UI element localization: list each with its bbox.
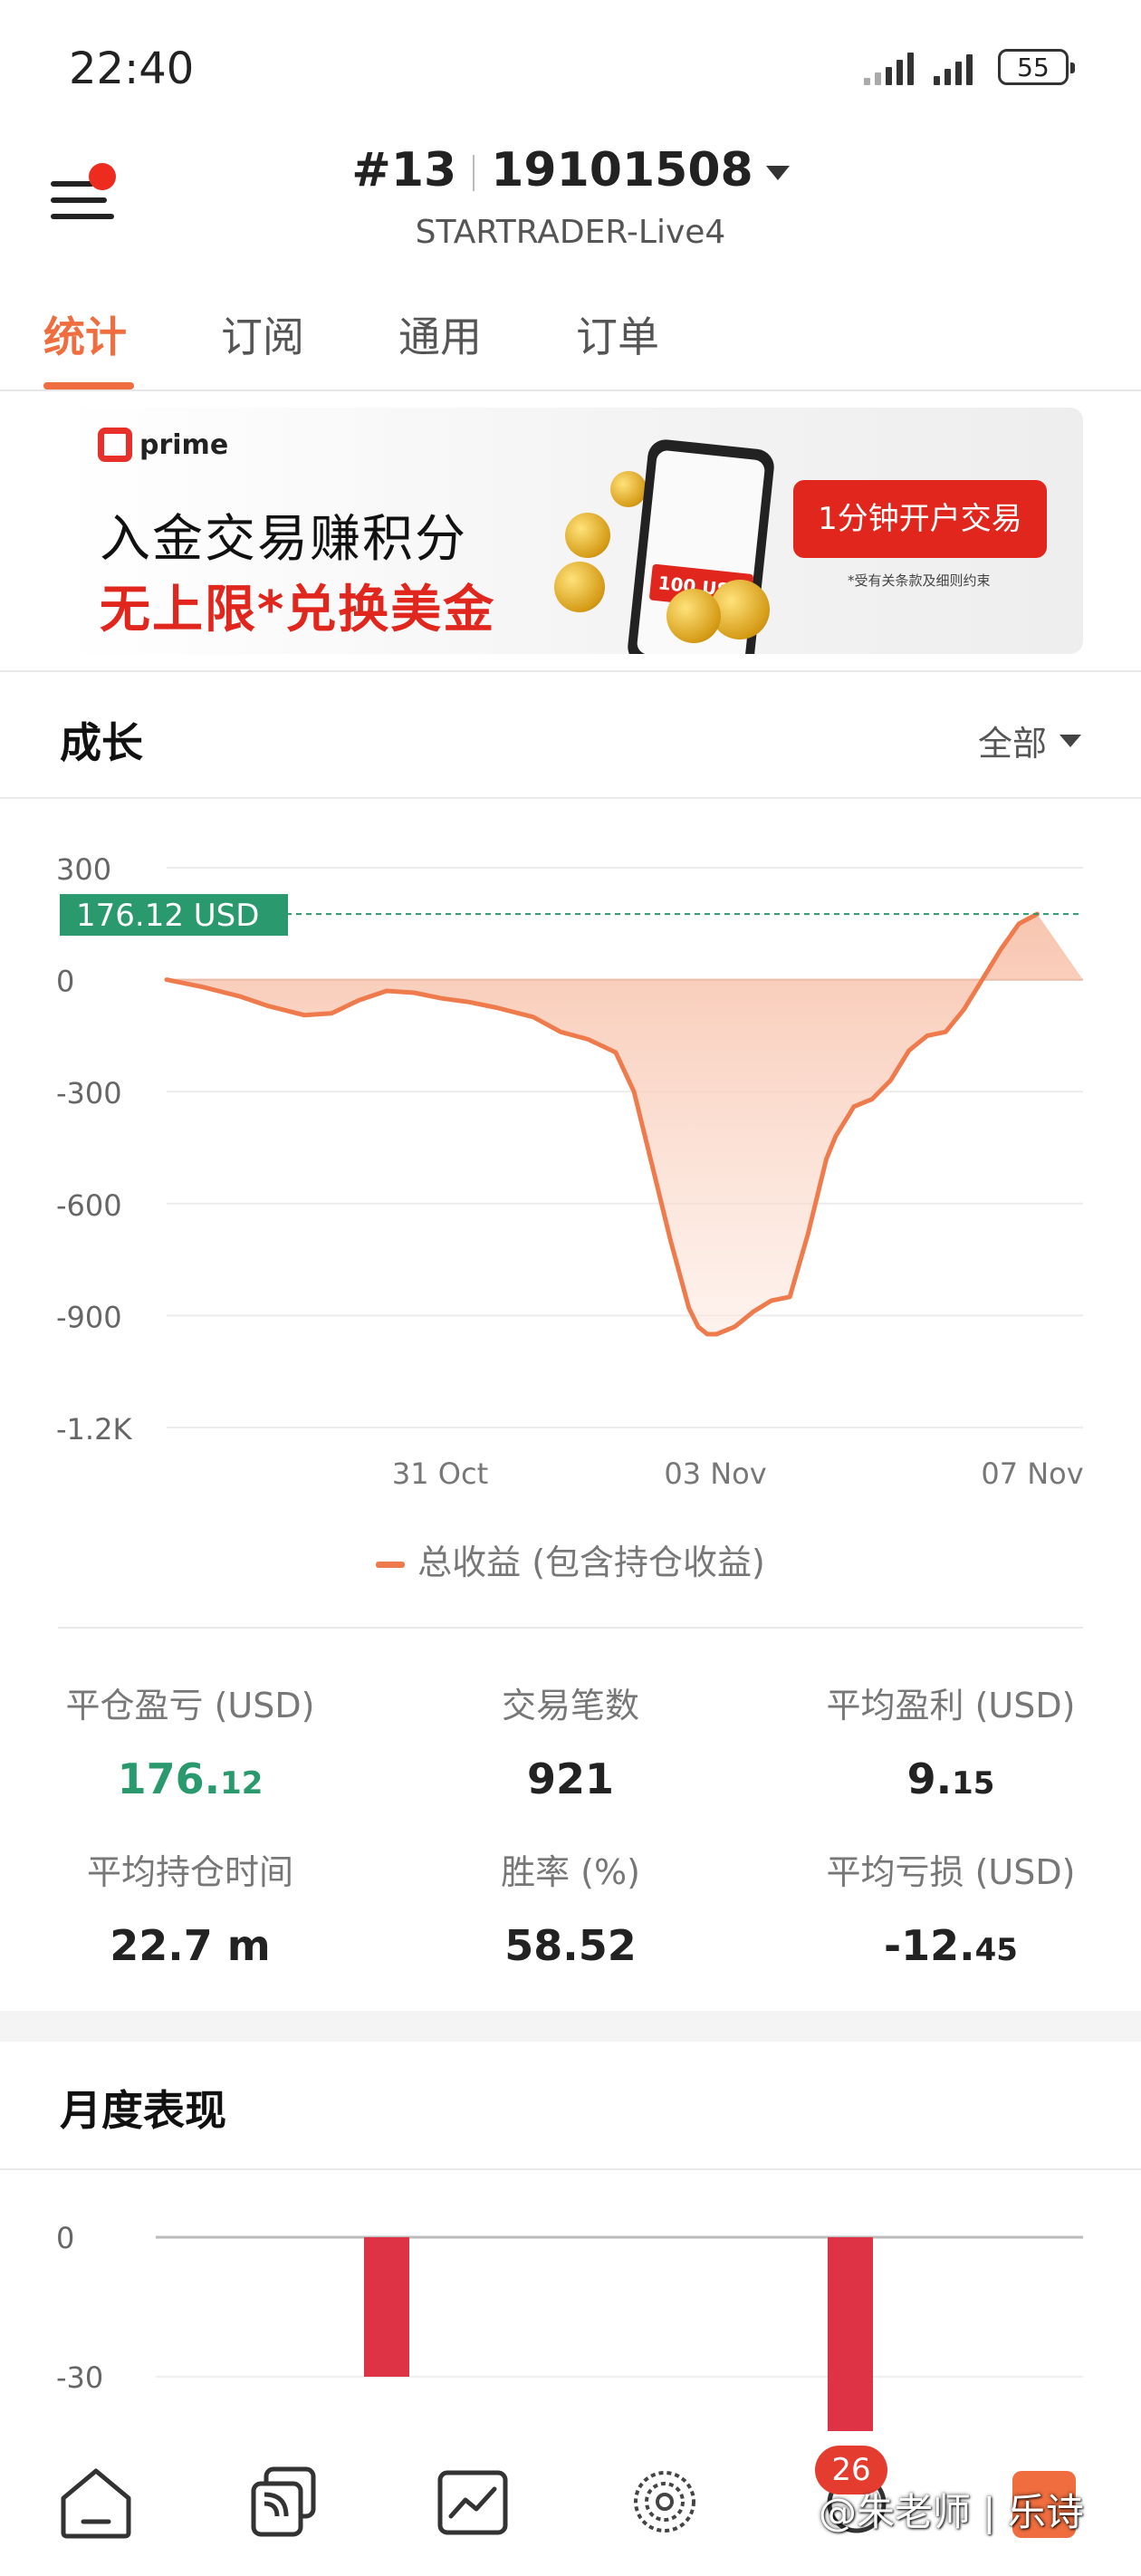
stat-value-frac: 12 [220, 1765, 264, 1802]
current-value-label: 176.12 USD [76, 898, 259, 934]
account-number: #13 [351, 143, 457, 197]
tab-bar: 统计 订阅 通用 订单 [0, 292, 1141, 391]
divider [58, 1627, 1083, 1629]
stat-closed-pnl: 平仓盈亏 (USD) 176.12 [0, 1677, 380, 1803]
tab-indicator [43, 382, 134, 389]
section-separator [0, 2011, 1141, 2042]
stat-value: 921 [380, 1754, 761, 1803]
range-filter[interactable]: 全部 [978, 716, 1081, 765]
coin-icon [610, 471, 647, 507]
stat-avg-hold-time: 平均持仓时间 22.7 m [0, 1844, 380, 1970]
stat-label: 平均持仓时间 [86, 1852, 293, 1892]
range-filter-label: 全部 [977, 724, 1047, 764]
hamburger-icon-line [51, 197, 107, 203]
x-tick-label: 31 Oct [392, 1456, 488, 1491]
y-tick-label: -30 [56, 2360, 103, 2395]
stat-win-rate: 胜率 (%) 58.52 [380, 1844, 761, 1970]
promo-banner[interactable]: prime 入金交易赚积分 无上限*兑换美金 100 USD 1分钟开户交易 *… [58, 408, 1083, 654]
stat-label: 平仓盈亏 (USD) [65, 1686, 315, 1725]
divider [0, 670, 1141, 672]
nav-copy-trade[interactable] [239, 2456, 330, 2547]
x-tick-label: 07 Nov [981, 1456, 1083, 1491]
status-bar: 22:40 55 [0, 0, 1141, 136]
status-time: 22:40 [69, 43, 195, 94]
nav-home[interactable] [51, 2456, 141, 2547]
monthly-title: 月度表现 [60, 2086, 226, 2135]
divider [0, 797, 1141, 799]
monthly-bar [828, 2237, 873, 2431]
coin-icon [554, 562, 605, 612]
battery-level: 55 [1017, 52, 1050, 82]
divider [0, 2168, 1141, 2170]
growth-title: 成长 [60, 718, 143, 767]
stat-value: 58.52 [380, 1921, 761, 1970]
stat-value-frac: 15 [952, 1765, 995, 1802]
stat-value: -12.45 [761, 1921, 1141, 1970]
tab-statistics[interactable]: 统计 [43, 304, 127, 364]
y-tick-label: -1.2K [56, 1412, 132, 1447]
brand-name: prime [139, 428, 229, 461]
account-id: 19101508 [491, 143, 753, 197]
stat-label: 胜率 (%) [501, 1852, 640, 1892]
nav-markets[interactable] [427, 2456, 518, 2547]
stat-value: 176.12 [0, 1754, 380, 1803]
stat-label: 平均盈利 (USD) [826, 1686, 1076, 1725]
discover-icon [634, 2471, 695, 2533]
stat-value-int: 22.7 m [110, 1921, 271, 1970]
y-tick-label: 0 [56, 2221, 74, 2255]
stat-value-int: 921 [526, 1754, 615, 1803]
stat-avg-profit: 平均盈利 (USD) 9.15 [761, 1677, 1141, 1803]
tab-general[interactable]: 通用 [398, 304, 482, 364]
y-tick-label: 0 [56, 965, 74, 999]
signal-icon [934, 49, 973, 85]
copy-trade-icon [251, 2466, 316, 2537]
monthly-bar [364, 2237, 409, 2377]
legend-swatch [376, 1562, 406, 1568]
stat-avg-loss: 平均亏损 (USD) -12.45 [761, 1844, 1141, 1970]
stat-value-int: -12. [884, 1921, 975, 1970]
chart-icon [437, 2470, 508, 2535]
caret-down-icon [765, 166, 790, 180]
legend-label: 总收益 (包含持仓收益) [417, 1543, 765, 1582]
signal-icon [864, 49, 914, 85]
stat-label: 平均亏损 (USD) [826, 1852, 1076, 1892]
tab-subscribe[interactable]: 订阅 [221, 304, 304, 364]
series-line [164, 911, 1040, 1337]
stat-trade-count: 交易笔数 921 [380, 1677, 761, 1803]
divider [473, 155, 475, 191]
stat-value-int: 176. [117, 1754, 221, 1803]
stat-value-frac: 45 [974, 1932, 1018, 1968]
stat-value-int: 58.52 [504, 1921, 637, 1970]
status-icons: 55 [864, 49, 1075, 85]
coin-icon [666, 589, 721, 643]
y-tick-label: -900 [56, 1300, 122, 1334]
battery-icon: 55 [998, 49, 1075, 85]
stat-value: 22.7 m [0, 1921, 380, 1970]
brand-logo: prime [98, 428, 228, 462]
coin-icon [565, 513, 610, 558]
stat-value: 9.15 [761, 1754, 1141, 1803]
chart-legend: 总收益 (包含持仓收益) [0, 1534, 1141, 1584]
y-tick-label: -600 [56, 1188, 122, 1223]
series-area [167, 914, 1083, 1334]
banner-subheadline: 无上限*兑换美金 [100, 581, 496, 639]
monthly-chart: 0 -30 [56, 2221, 1083, 2431]
home-icon [61, 2468, 131, 2539]
y-tick-label: -300 [56, 1076, 122, 1110]
y-tick-label: 300 [56, 852, 111, 887]
account-selector[interactable]: #13 19101508 [0, 143, 1141, 197]
fine-print: *受有关条款及细则约束 [848, 572, 991, 589]
caret-down-icon [1060, 734, 1081, 747]
x-tick-label: 03 Nov [664, 1456, 766, 1491]
nav-discover[interactable] [619, 2456, 710, 2547]
stat-label: 交易笔数 [501, 1686, 639, 1725]
logo-icon [98, 428, 132, 462]
watermark: @朱老师 | 乐诗 [819, 2490, 1084, 2534]
server-name: STARTRADER-Live4 [415, 214, 726, 251]
banner-headline: 入金交易赚积分 [100, 510, 467, 569]
stat-value-int: 9. [906, 1754, 953, 1803]
open-account-button[interactable]: 1分钟开户交易 [793, 480, 1047, 558]
growth-chart: 300 0 -300 -600 -900 -1.2K 176.12 USD 31 Oct 03 … [56, 852, 1084, 1491]
tab-orders[interactable]: 订单 [576, 304, 659, 364]
